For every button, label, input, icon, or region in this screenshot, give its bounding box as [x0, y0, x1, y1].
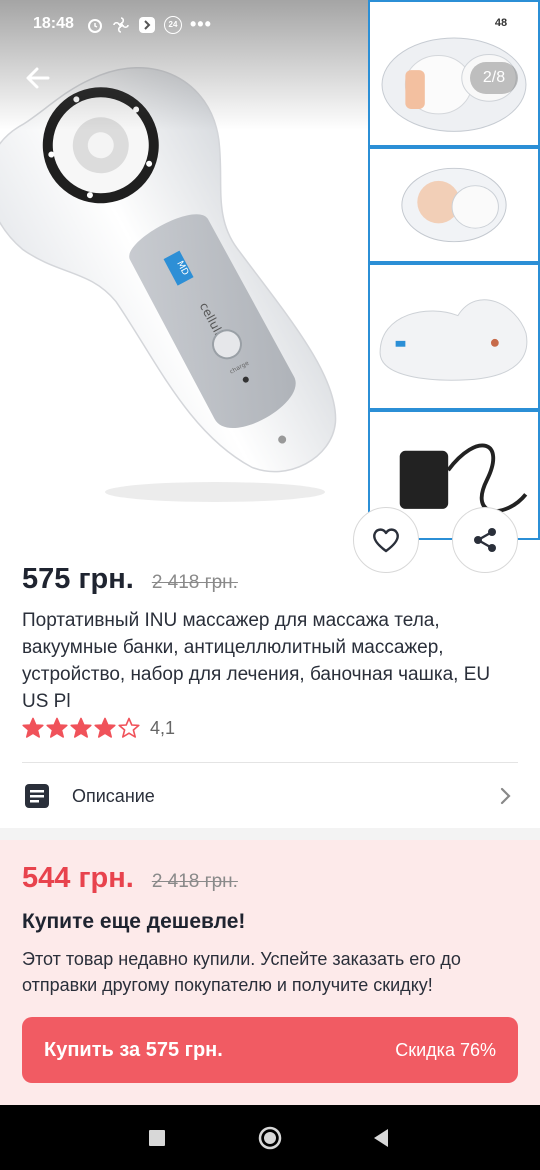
promo-price-row: 544 грн. 2 418 грн.	[22, 862, 238, 895]
thumbnail-2[interactable]	[368, 147, 540, 263]
share-button[interactable]	[452, 507, 518, 573]
buy-button-label: Купить за 575 грн.	[44, 1038, 223, 1061]
product-title: Портативный INU массажер для массажа тел…	[22, 610, 491, 712]
buy-button[interactable]: Купить за 575 грн. Скидка 76%	[22, 1017, 518, 1083]
wifi-icon	[456, 17, 474, 32]
back-triangle-icon[interactable]	[368, 1125, 394, 1151]
back-arrow-icon[interactable]	[22, 62, 54, 94]
rating-value: 4,1	[150, 717, 176, 738]
section-gap	[0, 828, 540, 840]
main-product-image[interactable]: MD cellulless charge	[0, 40, 368, 520]
favorite-button[interactable]	[353, 507, 419, 573]
current-price: 575 грн.	[22, 563, 134, 595]
system-nav-bar	[0, 1105, 540, 1170]
old-price: 2 418 грн.	[151, 572, 238, 593]
home-icon[interactable]	[257, 1125, 283, 1151]
status-time: 18:48	[33, 15, 74, 32]
star-filled-icon	[94, 717, 116, 738]
star-filled-icon	[22, 717, 44, 738]
status-bar: 18:48 24 ••• 48	[0, 0, 540, 50]
product-gallery[interactable]: MD cellulless charge 2/8 18:48 24 ••• 48	[0, 0, 540, 540]
promo-text: Этот товар недавно купили. Успейте заказ…	[22, 949, 461, 995]
discount-label: Скидка 76%	[395, 1039, 496, 1060]
alarm-icon	[88, 18, 102, 33]
app-icon	[139, 16, 155, 33]
promo-section: 544 грн. 2 418 грн. Купите еще дешевле! …	[0, 840, 540, 1105]
rating-stars	[22, 717, 140, 739]
star-filled-icon	[70, 717, 92, 738]
page-counter: 2/8	[470, 62, 518, 94]
divider	[22, 762, 518, 763]
promo-title: Купите еще дешевле!	[22, 910, 246, 933]
description-label: Описание	[72, 785, 155, 806]
document-icon	[25, 784, 49, 808]
battery-icon: 48	[484, 14, 518, 32]
share-icon	[474, 528, 496, 552]
more-dots-icon: •••	[190, 14, 212, 34]
star-filled-icon	[46, 717, 68, 738]
signal-icon	[429, 16, 443, 31]
promo-price: 544 грн.	[22, 862, 134, 894]
badge-icon: 24	[164, 15, 182, 34]
thumbnail-3[interactable]	[368, 263, 540, 410]
heart-icon	[373, 528, 399, 553]
promo-old-price: 2 418 грн.	[151, 871, 238, 892]
description-row[interactable]: Описание	[22, 772, 518, 820]
price-row: 575 грн. 2 418 грн.	[22, 563, 238, 596]
fan-icon	[113, 16, 129, 33]
recents-icon[interactable]	[144, 1125, 170, 1151]
star-empty-icon	[118, 717, 140, 738]
rating[interactable]: 4,1	[22, 717, 175, 739]
chevron-right-icon	[500, 787, 511, 805]
